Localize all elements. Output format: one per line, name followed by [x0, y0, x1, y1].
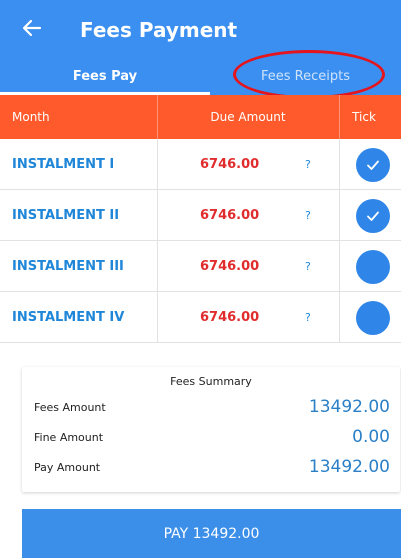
help-link[interactable]: ?: [305, 139, 311, 190]
fees-amount-value: 13492.00: [308, 397, 390, 417]
table-row: INSTALMENT IV 6746.00 ?: [0, 292, 401, 343]
page-title: Fees Payment: [80, 18, 238, 42]
instalment-name: INSTALMENT III: [12, 259, 124, 274]
help-link[interactable]: ?: [305, 292, 311, 343]
instalment-name: INSTALMENT II: [12, 208, 120, 223]
back-arrow-icon[interactable]: [20, 16, 44, 40]
pay-amount-value: 13492.00: [308, 457, 390, 477]
fees-payment-screen: Fees Payment Fees Pay Fees Receipts Mont…: [0, 0, 401, 558]
fine-amount-label: Fine Amount: [34, 430, 104, 444]
app-bar: Fees Payment Fees Pay Fees Receipts: [0, 0, 401, 99]
column-header-tick: Tick: [352, 110, 376, 124]
red-highlight-circle: [233, 50, 385, 99]
instalment-name: INSTALMENT IV: [12, 310, 125, 325]
fees-amount-label: Fees Amount: [34, 400, 106, 414]
due-amount: 6746.00: [200, 157, 260, 172]
due-amount: 6746.00: [200, 310, 260, 325]
due-amount: 6746.00: [200, 208, 260, 223]
tick-checkbox-unchecked[interactable]: [356, 301, 390, 335]
column-header-due-amount: Due Amount: [210, 110, 286, 124]
help-link[interactable]: ?: [305, 190, 311, 241]
column-divider: [339, 95, 340, 139]
checkmark-icon: [367, 160, 379, 170]
table-row: INSTALMENT III 6746.00 ?: [0, 241, 401, 292]
summary-row-pay: Pay Amount 13492.00: [22, 453, 400, 481]
table-header: Month Due Amount Tick: [0, 95, 401, 139]
instalment-list: INSTALMENT I 6746.00 ? INSTALMENT II 674…: [0, 139, 401, 343]
column-divider: [157, 95, 158, 139]
summary-row-fine: Fine Amount 0.00: [22, 423, 400, 451]
tick-checkbox-checked[interactable]: [356, 148, 390, 182]
summary-row-fees: Fees Amount 13492.00: [22, 393, 400, 421]
help-link[interactable]: ?: [305, 241, 311, 292]
instalment-name: INSTALMENT I: [12, 157, 115, 172]
column-header-month: Month: [12, 110, 50, 124]
pay-button[interactable]: PAY 13492.00: [22, 509, 401, 558]
summary-title: Fees Summary: [170, 375, 252, 388]
pay-amount-label: Pay Amount: [34, 460, 101, 474]
table-row: INSTALMENT II 6746.00 ?: [0, 190, 401, 241]
table-row: INSTALMENT I 6746.00 ?: [0, 139, 401, 190]
tick-checkbox-checked[interactable]: [356, 199, 390, 233]
fine-amount-value: 0.00: [352, 427, 390, 447]
due-amount: 6746.00: [200, 259, 260, 274]
tick-checkbox-unchecked[interactable]: [356, 250, 390, 284]
tab-fees-pay[interactable]: Fees Pay: [0, 58, 210, 95]
fees-summary-card: Fees Summary Fees Amount 13492.00 Fine A…: [22, 367, 400, 492]
checkmark-icon: [367, 211, 379, 221]
